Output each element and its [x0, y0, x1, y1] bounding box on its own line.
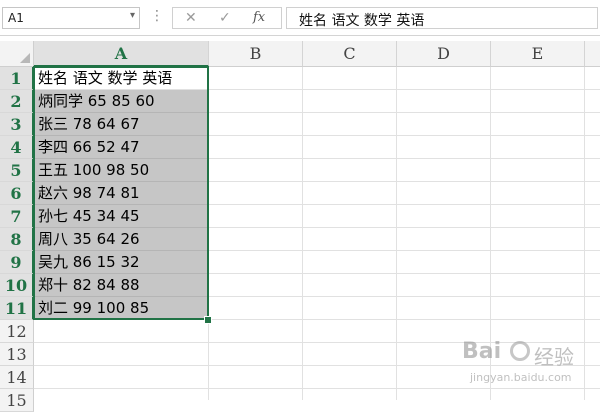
enter-icon[interactable]: ✓ — [219, 10, 231, 26]
row-header[interactable]: 9 — [0, 251, 34, 274]
row-header[interactable]: 13 — [0, 343, 34, 366]
row-header[interactable]: 1 — [0, 67, 34, 90]
cell-a5[interactable]: 王五 100 98 50 — [34, 159, 209, 182]
column-header-e[interactable]: E — [491, 41, 585, 67]
cell-a7[interactable]: 孙七 45 34 45 — [34, 205, 209, 228]
watermark-brand: Bai — [462, 339, 502, 364]
cell-a4[interactable]: 李四 66 52 47 — [34, 136, 209, 159]
column-header-b[interactable]: B — [209, 41, 303, 67]
row-header[interactable]: 2 — [0, 90, 34, 113]
row-header[interactable]: 8 — [0, 228, 34, 251]
row-header[interactable]: 6 — [0, 182, 34, 205]
row-header[interactable]: 7 — [0, 205, 34, 228]
cell-a1[interactable]: 姓名 语文 数学 英语 — [34, 67, 209, 90]
name-box-value: A1 — [8, 11, 24, 25]
cell-a9[interactable]: 吴九 86 15 32 — [34, 251, 209, 274]
more-options-icon[interactable]: ⋮ — [150, 8, 164, 24]
column-header-partial — [585, 41, 600, 67]
paw-logo-icon — [510, 341, 530, 361]
column-header-d[interactable]: D — [397, 41, 491, 67]
cell-a8[interactable]: 周八 35 64 26 — [34, 228, 209, 251]
row-header[interactable]: 10 — [0, 274, 34, 297]
row-header[interactable]: 12 — [0, 320, 34, 343]
watermark-suffix: 经验 — [534, 345, 574, 369]
cancel-icon[interactable]: ✕ — [185, 10, 197, 26]
chevron-down-icon[interactable]: ▾ — [130, 10, 135, 21]
column-header-a[interactable]: A — [34, 41, 209, 67]
formula-buttons: ✕ ✓ fx — [172, 7, 282, 29]
row-header[interactable]: 5 — [0, 159, 34, 182]
formula-content: 姓名 语文 数学 英语 — [299, 13, 425, 29]
select-all-button[interactable] — [0, 41, 34, 67]
cell-a6[interactable]: 赵六 98 74 81 — [34, 182, 209, 205]
watermark-url: jingyan.baidu.com — [470, 371, 572, 384]
formula-input[interactable]: 姓名 语文 数学 英语 — [286, 7, 598, 29]
cell-a11[interactable]: 刘二 99 100 85 — [34, 297, 209, 320]
row-header[interactable]: 14 — [0, 366, 34, 389]
row-header[interactable]: 11 — [0, 297, 34, 320]
row-header[interactable]: 3 — [0, 113, 34, 136]
fill-handle[interactable] — [204, 316, 212, 324]
baidu-watermark: Bai 经验 jingyan.baidu.com — [462, 335, 592, 395]
cell-a2[interactable]: 炳同学 65 85 60 — [34, 90, 209, 113]
column-header-c[interactable]: C — [303, 41, 397, 67]
name-box[interactable]: A1 ▾ — [2, 7, 140, 29]
row-header[interactable]: 15 — [0, 389, 34, 412]
cell-a10[interactable]: 郑十 82 84 88 — [34, 274, 209, 297]
cell-a3[interactable]: 张三 78 64 67 — [34, 113, 209, 136]
formula-bar: A1 ▾ ⋮ ✕ ✓ fx 姓名 语文 数学 英语 — [0, 0, 600, 36]
insert-function-icon[interactable]: fx — [253, 10, 265, 25]
row-header[interactable]: 4 — [0, 136, 34, 159]
